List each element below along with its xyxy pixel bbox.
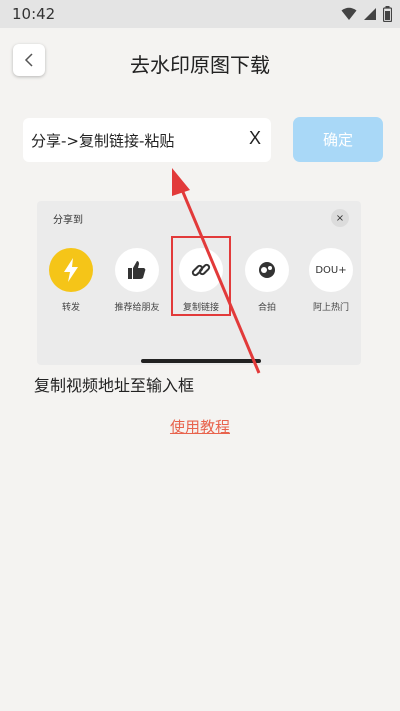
share-item-label: 阿上热门 <box>312 303 349 313</box>
wifi-icon <box>341 7 357 20</box>
battery-icon <box>383 6 392 22</box>
share-item-recommend: 推荐给朋友 <box>105 248 169 313</box>
clear-input-button[interactable]: X <box>249 128 261 149</box>
status-icons <box>341 6 392 22</box>
duet-icon <box>259 262 275 278</box>
status-bar: 10:42 <box>0 0 400 28</box>
share-item-label: 转发 <box>61 303 80 313</box>
share-item-forward: 转发 <box>39 248 103 313</box>
lightning-icon <box>64 258 78 282</box>
share-item-duet: 合拍 <box>235 248 299 313</box>
confirm-button[interactable]: 确定 <box>293 117 383 162</box>
share-panel-title: 分享到 <box>53 215 83 226</box>
share-item-label: 合拍 <box>257 303 276 313</box>
signal-icon <box>364 8 376 20</box>
page-title: 去水印原图下载 <box>130 53 270 77</box>
share-item-label: 推荐给朋友 <box>114 303 160 313</box>
highlight-box <box>171 236 231 316</box>
url-input-value: 分享->复制链接-粘贴 <box>31 132 175 150</box>
url-input[interactable]: 分享->复制链接-粘贴 X <box>23 118 271 162</box>
tutorial-link[interactable]: 使用教程 <box>0 416 400 437</box>
copy-instruction: 复制视频地址至输入框 <box>34 376 195 395</box>
share-panel-close-icon: × <box>331 209 349 227</box>
thumb-up-icon <box>128 261 146 279</box>
status-time: 10:42 <box>12 5 56 23</box>
share-items: 转发 推荐给朋友 复制链接 合拍 DOU+ 阿上热门 <box>37 236 361 328</box>
dou-icon: DOU+ <box>309 248 353 292</box>
share-item-dou: DOU+ 阿上热门 <box>299 248 361 313</box>
share-panel-illustration: 分享到 × 转发 推荐给朋友 复制链接 合拍 DOU+ 阿上热门 <box>37 201 361 365</box>
home-indicator <box>141 359 261 363</box>
